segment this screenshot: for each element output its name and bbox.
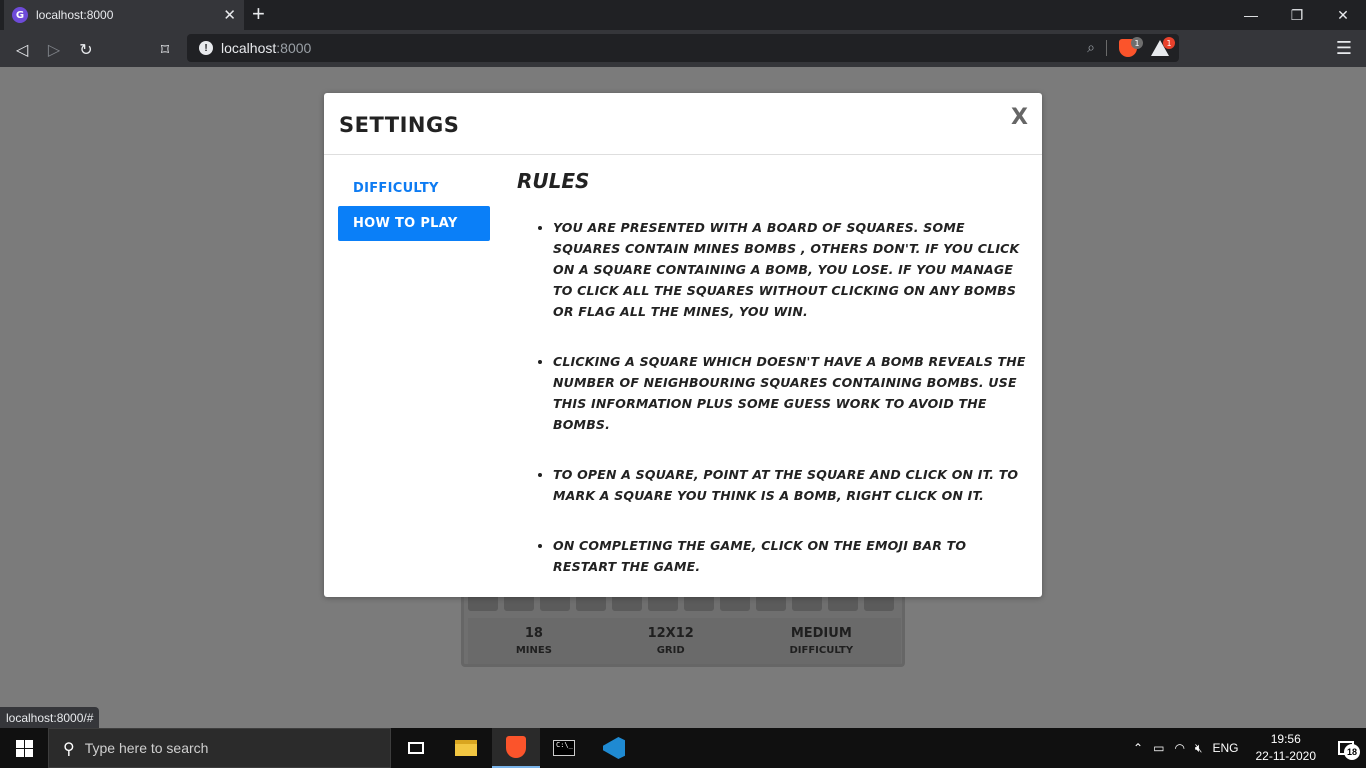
link-status-bubble: localhost:8000/# [0,707,100,728]
chevron-up-icon[interactable]: ⌃ [1133,741,1143,755]
game-stats-bar: 18 MINES 12X12 GRID MEDIUM DIFFICULTY [468,618,901,664]
minimize-icon[interactable]: — [1228,0,1274,30]
rules-panel: RULES You are presented with a board of … [517,169,1027,606]
nav-item-difficulty[interactable]: DIFFICULTY [338,171,490,206]
task-view-button[interactable] [392,728,440,768]
battery-icon[interactable]: ▭ [1153,741,1164,755]
browser-tab-strip: G localhost:8000 ✕ + — ❐ ✕ [0,0,1366,30]
system-tray: ⌃ ▭ ◠ 🔇︎ ENG 19:56 22-11-2020 18 [1128,728,1366,768]
search-placeholder: Type here to search [84,740,209,756]
stat-value: MEDIUM [790,626,852,641]
search-icon: ⚲ [63,738,75,758]
rule-item: You are presented with a board of square… [553,217,1027,322]
rule-item: To open a square, point at the square an… [553,464,1027,506]
settings-modal: SETTINGS X DIFFICULTY HOW TO PLAY RULES … [324,93,1042,597]
modal-header: SETTINGS X [324,93,1042,155]
file-explorer-button[interactable] [442,728,490,768]
stat-label: MINES [515,645,552,656]
clock-date: 22-11-2020 [1255,749,1317,763]
rewards-count-badge: 1 [1163,37,1175,49]
stat-value: 12X12 [647,626,694,641]
windows-taskbar: ⚲ Type here to search C:\_ ⌃ ▭ ◠ 🔇︎ ENG … [0,728,1366,768]
settings-nav: DIFFICULTY HOW TO PLAY [338,171,490,241]
start-button[interactable] [0,728,48,768]
stat-label: DIFFICULTY [789,645,854,656]
terminal-icon: C:\_ [553,740,575,756]
window-controls: — ❐ ✕ [1228,0,1366,30]
new-tab-icon[interactable]: + [252,2,265,26]
close-tab-icon[interactable]: ✕ [223,6,236,24]
rules-heading: RULES [517,169,590,193]
stat-value: 18 [524,626,543,641]
modal-body: DIFFICULTY HOW TO PLAY RULES You are pre… [324,155,1042,596]
browser-toolbar: ◁ ▷ ↻ ⌑ ! localhost:8000 ⌕ 1 1 ☰ [0,30,1366,67]
url-text: localhost:8000 [221,40,312,56]
rule-item: Clicking a square which doesn't have a b… [553,351,1027,435]
wifi-icon[interactable]: ◠ [1174,741,1184,755]
vscode-icon [603,737,625,759]
brave-icon [506,736,526,758]
nav-item-how-to-play[interactable]: HOW TO PLAY [338,206,490,241]
rule-item: On completing the game, click on the emo… [553,535,1027,577]
volume-muted-icon[interactable]: 🔇︎ [1195,741,1203,756]
address-bar[interactable]: ! localhost:8000 ⌕ 1 1 [187,34,1179,62]
stat-label: GRID [656,645,685,656]
restore-icon[interactable]: ❐ [1274,0,1320,30]
stat-mines: 18 MINES [516,626,552,656]
language-indicator[interactable]: ENG [1212,741,1238,755]
folder-icon [455,740,477,756]
brave-taskbar-button[interactable] [492,728,540,768]
gatsby-favicon-icon: G [12,7,28,23]
reload-icon[interactable]: ↻ [75,38,97,60]
tab-title: localhost:8000 [36,8,114,22]
action-center-button[interactable]: 18 [1326,728,1366,768]
close-modal-button[interactable]: X [1011,105,1028,130]
bookmark-icon[interactable]: ⌑ [154,38,176,60]
stat-difficulty: MEDIUM DIFFICULTY [789,626,853,656]
shield-count-badge: 1 [1131,37,1143,49]
notification-count: 18 [1344,744,1360,760]
browser-tab[interactable]: G localhost:8000 ✕ [4,0,244,30]
stat-grid: 12X12 GRID [648,626,694,656]
browser-menu-icon[interactable]: ☰ [1336,38,1352,59]
zoom-icon[interactable]: ⌕ [1087,40,1095,56]
omnibox-divider [1106,40,1107,56]
vscode-taskbar-button[interactable] [590,728,638,768]
terminal-taskbar-button[interactable]: C:\_ [540,728,588,768]
modal-title: SETTINGS [339,113,460,137]
rules-list: You are presented with a board of square… [517,217,1027,577]
task-view-icon [408,742,424,754]
window-close-icon[interactable]: ✕ [1320,0,1366,30]
windows-logo-icon [15,739,33,757]
taskbar-search[interactable]: ⚲ Type here to search [48,728,391,768]
clock-time: 19:56 [1270,732,1301,746]
forward-icon[interactable]: ▷ [43,38,65,60]
clock[interactable]: 19:56 22-11-2020 [1256,731,1317,765]
site-info-icon[interactable]: ! [199,41,213,55]
back-icon[interactable]: ◁ [11,38,33,60]
